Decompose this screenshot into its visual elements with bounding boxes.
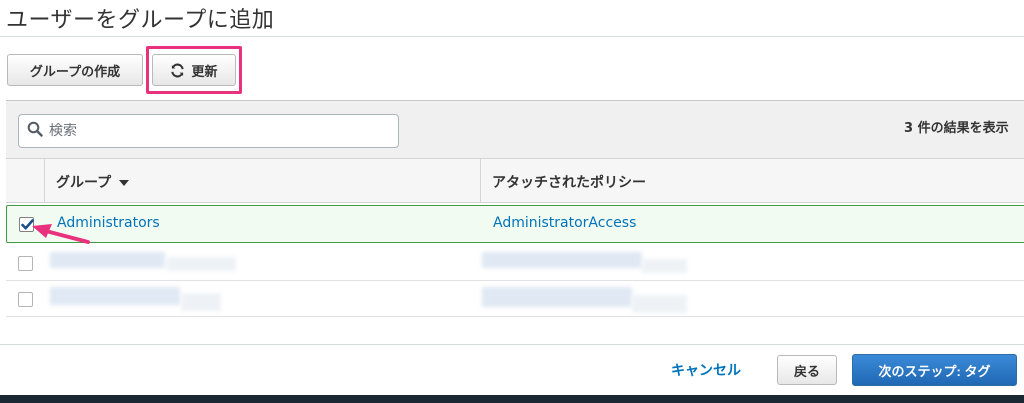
search-icon: [27, 121, 43, 141]
table-row[interactable]: [6, 245, 1024, 281]
redacted-group-name: [181, 293, 221, 311]
table-row[interactable]: Administrators AdministratorAccess: [6, 205, 1024, 243]
policy-name-link[interactable]: AdministratorAccess: [493, 215, 636, 231]
column-header-group[interactable]: グループ: [56, 172, 130, 192]
redacted-policy-name: [642, 259, 687, 273]
page-title: ユーザーをグループに追加: [6, 8, 275, 33]
redacted-policy-name: [482, 252, 642, 268]
column-header-policy: アタッチされたポリシー: [492, 175, 646, 191]
redacted-group-name: [166, 257, 236, 271]
footer-divider: [0, 344, 1024, 345]
table-header: グループ アタッチされたポリシー: [6, 159, 1024, 203]
refresh-highlight-box: [146, 46, 242, 94]
cancel-link[interactable]: キャンセル: [671, 360, 741, 380]
bottom-bar: [0, 395, 1024, 403]
redacted-policy-name: [632, 295, 687, 313]
redacted-group-name: [50, 287, 180, 305]
row-checkbox[interactable]: [18, 256, 33, 271]
create-group-button[interactable]: グループの作成: [7, 54, 143, 86]
back-button[interactable]: 戻る: [777, 355, 837, 385]
groups-table: 3 件の結果を表示 グループ アタッチされたポリシー Administrator…: [6, 100, 1024, 317]
redacted-group-name: [50, 252, 165, 268]
redacted-policy-name: [482, 287, 632, 307]
table-row[interactable]: [6, 281, 1024, 317]
column-divider: [480, 159, 481, 203]
search-box[interactable]: [18, 114, 399, 148]
search-input[interactable]: [49, 123, 379, 139]
pointer-arrow-icon: [28, 222, 92, 250]
results-count: 3 件の結果を表示: [904, 121, 1009, 136]
title-divider: [0, 36, 1024, 37]
row-checkbox[interactable]: [18, 292, 33, 307]
next-step-button[interactable]: 次のステップ: タグ: [852, 354, 1017, 386]
column-divider: [44, 159, 45, 203]
search-bar: 3 件の結果を表示: [6, 101, 1024, 159]
caret-down-icon: [119, 174, 130, 190]
column-header-group-label: グループ: [56, 175, 112, 191]
